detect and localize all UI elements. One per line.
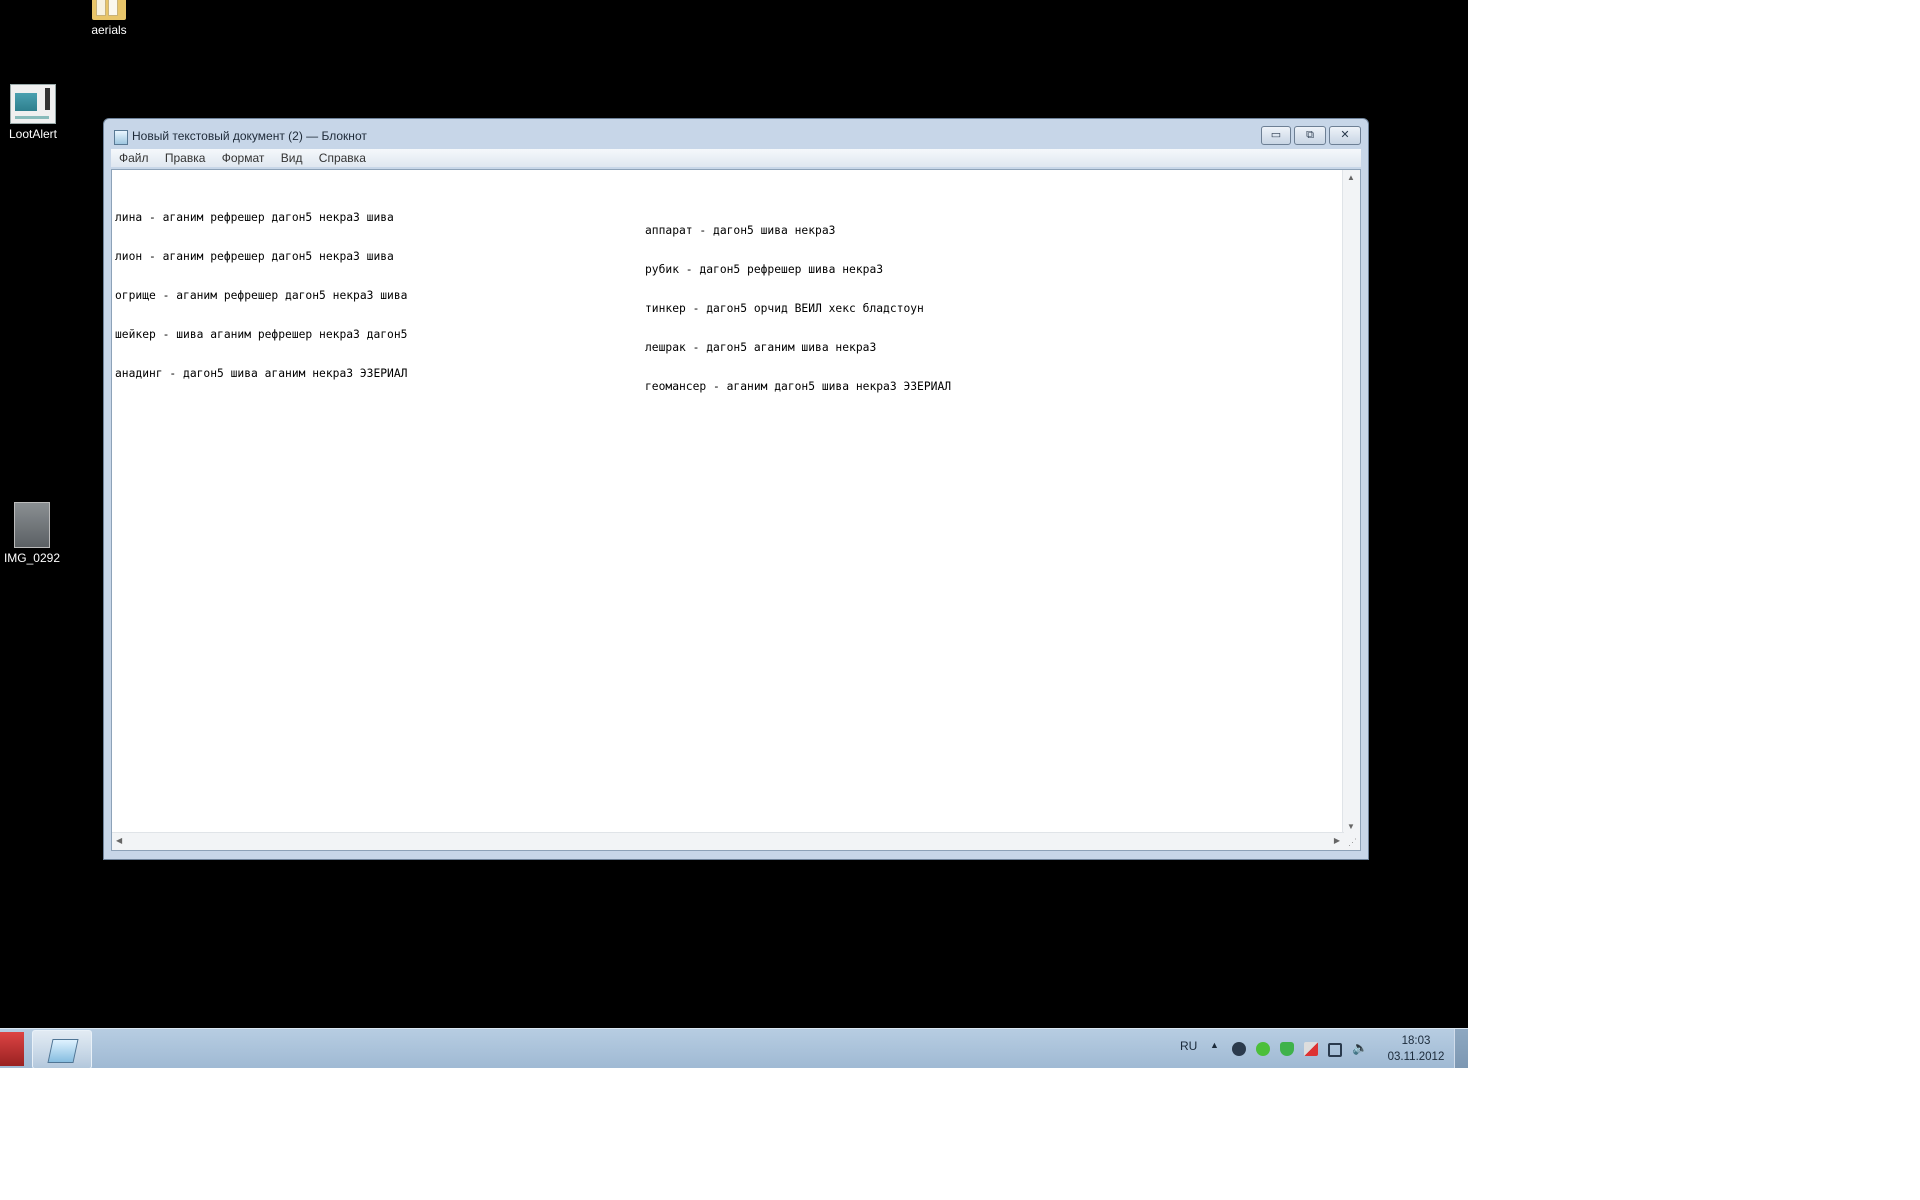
menu-file[interactable]: Файл xyxy=(114,149,154,167)
scroll-up-arrow-icon[interactable]: ▲ xyxy=(1347,173,1355,182)
network-icon[interactable] xyxy=(1328,1043,1342,1057)
resize-grip[interactable]: ⋰ xyxy=(1343,833,1360,850)
desktop-icon-img-0292[interactable]: IMG_0292 xyxy=(0,502,72,565)
steam-icon[interactable] xyxy=(1232,1042,1246,1056)
text-line-right: аппарат - дагон5 шива некра3 xyxy=(645,224,836,237)
image-thumbnail-icon xyxy=(14,502,50,548)
menu-edit[interactable]: Правка xyxy=(160,149,211,167)
text-line: шейкер - шива аганим рефрешер некра3 даг… xyxy=(115,315,1337,354)
scroll-right-arrow-icon[interactable]: ▶ xyxy=(1334,836,1340,845)
desktop-icon-label: IMG_0292 xyxy=(3,551,61,565)
notepad-icon xyxy=(114,130,128,145)
window-title: Новый текстовый документ (2) — Блокнот xyxy=(132,129,367,143)
desktop-icon-label: LootAlert xyxy=(8,127,58,141)
desktop: aerials LootAlert IMG_0292 Новый текстов… xyxy=(0,0,1468,1068)
clock-time: 18:03 xyxy=(1401,1035,1431,1047)
menu-view[interactable]: Вид xyxy=(276,149,308,167)
text-line-left: анадинг - дагон5 шива аганим некра3 ЭЗЕР… xyxy=(115,367,408,380)
horizontal-scrollbar[interactable]: ◀ ▶ xyxy=(112,832,1344,850)
clock[interactable]: 18:03 03.11.2012 xyxy=(1384,1033,1448,1065)
system-tray: RU ▲ 🔈 18:03 03.11.2012 xyxy=(1148,1029,1456,1068)
vertical-scrollbar[interactable]: ▲ ▼ xyxy=(1342,170,1360,834)
menu-help[interactable]: Справка xyxy=(314,149,371,167)
menu-format[interactable]: Формат xyxy=(217,149,270,167)
blank-area xyxy=(1468,0,1920,1200)
text-area[interactable]: лина - аганим рефрешер дагон5 некра3 шив… xyxy=(115,172,1337,820)
menu-bar: Файл Правка Формат Вид Справка xyxy=(111,149,1361,167)
taskbar-app-button[interactable] xyxy=(0,1032,24,1066)
folder-icon xyxy=(92,0,126,20)
text-line: анадинг - дагон5 шива аганим некра3 ЭЗЕР… xyxy=(115,354,1337,393)
text-line-left: лина - аганим рефрешер дагон5 некра3 шив… xyxy=(115,211,394,224)
grip-dots-icon: ⋰ xyxy=(1348,837,1357,847)
app-icon xyxy=(10,84,56,124)
text-line-left: шейкер - шива аганим рефрешер некра3 даг… xyxy=(115,328,408,341)
desktop-icon-aerials[interactable]: aerials xyxy=(69,0,149,37)
text-editor[interactable]: лина - аганим рефрешер дагон5 некра3 шив… xyxy=(111,169,1361,851)
notepad-icon xyxy=(47,1039,79,1063)
text-line-right: рубик - дагон5 рефрешер шива некра3 xyxy=(645,263,884,276)
taskbar: RU ▲ 🔈 18:03 03.11.2012 xyxy=(0,1028,1468,1068)
title-bar[interactable]: Новый текстовый документ (2) — Блокнот ▭… xyxy=(104,119,1368,147)
desktop-icon-label: aerials xyxy=(91,23,127,37)
volume-icon[interactable]: 🔈 xyxy=(1352,1040,1368,1055)
clock-date: 03.11.2012 xyxy=(1387,1051,1445,1063)
taskbar-notepad-button[interactable] xyxy=(32,1030,92,1068)
text-line-left: огрище - аганим рефрешер дагон5 некра3 ш… xyxy=(115,289,408,302)
text-line: лина - аганим рефрешер дагон5 некра3 шив… xyxy=(115,198,1337,237)
show-hidden-icons-arrow-icon[interactable]: ▲ xyxy=(1210,1040,1219,1050)
show-desktop-button[interactable] xyxy=(1454,1029,1468,1068)
settings-cog-icon[interactable] xyxy=(1256,1042,1270,1056)
scroll-down-arrow-icon[interactable]: ▼ xyxy=(1347,822,1355,831)
text-line-right: геомансер - аганим дагон5 шива некра3 ЭЗ… xyxy=(645,380,952,393)
desktop-icon-lootalert[interactable]: LootAlert xyxy=(0,84,73,141)
text-line-left: лион - аганим рефрешер дагон5 некра3 шив… xyxy=(115,250,394,263)
text-line-right: лешрак - дагон5 аганим шива некра3 xyxy=(645,341,877,354)
minimize-button[interactable]: ▭ xyxy=(1261,126,1291,145)
maximize-button[interactable]: ⧉ xyxy=(1294,126,1326,145)
language-indicator[interactable]: RU xyxy=(1180,1039,1197,1053)
close-button[interactable]: ✕ xyxy=(1329,126,1361,145)
blank-area xyxy=(0,1068,1468,1200)
text-line-right: тинкер - дагон5 орчид ВЕИЛ хекс бладстоу… xyxy=(645,302,924,315)
scroll-left-arrow-icon[interactable]: ◀ xyxy=(116,836,122,845)
text-line: огрище - аганим рефрешер дагон5 некра3 ш… xyxy=(115,276,1337,315)
flag-icon[interactable] xyxy=(1304,1042,1318,1056)
text-line: лион - аганим рефрешер дагон5 некра3 шив… xyxy=(115,237,1337,276)
notepad-window[interactable]: Новый текстовый документ (2) — Блокнот ▭… xyxy=(103,118,1369,860)
shield-check-icon[interactable] xyxy=(1280,1042,1294,1056)
